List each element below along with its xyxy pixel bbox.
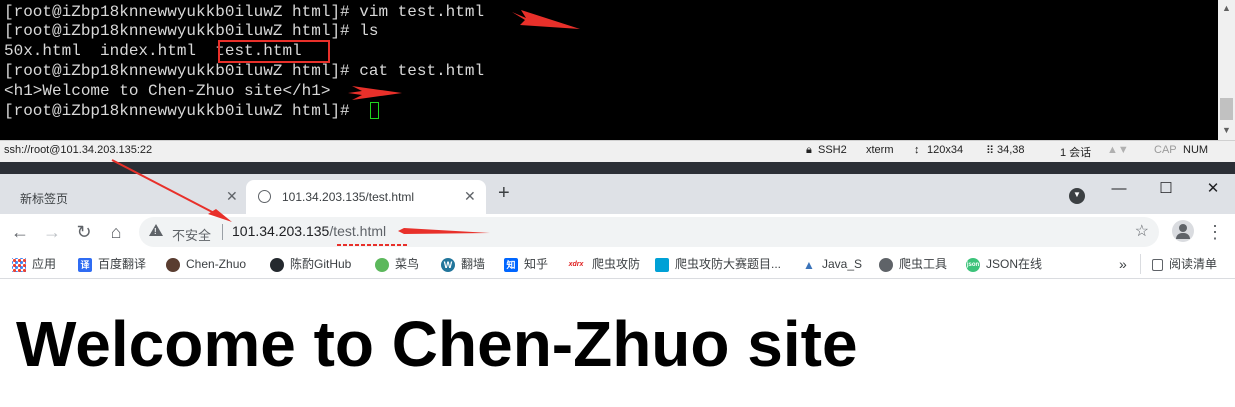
highlight-box-test-html	[218, 40, 330, 63]
bookmark-baidu-translate[interactable]: 译百度翻译	[78, 256, 146, 272]
terminal-scrollbar[interactable]: ▲ ▼	[1218, 0, 1235, 140]
terminal-window[interactable]: [root@iZbp18knnewwyukkb0iluwZ html]# vim…	[0, 0, 1235, 140]
bookmark-label: 陈酌GitHub	[290, 257, 352, 271]
more-bookmarks-button[interactable]: »	[1119, 256, 1127, 272]
bookmark-label: 应用	[32, 257, 57, 271]
bookmark-label: JSON在线	[986, 257, 1043, 271]
runoob-icon	[375, 257, 389, 272]
forward-button[interactable]: →	[40, 220, 64, 244]
address-bar[interactable]: ! 不安全 101.34.203.135/test.html ☆	[139, 217, 1159, 247]
bookmark-label: 菜鸟	[395, 257, 420, 271]
menu-icon[interactable]: ⋮	[1203, 220, 1227, 244]
bookmark-java-s[interactable]: ▲ Java_S	[802, 256, 862, 272]
globe-icon	[258, 190, 271, 203]
wordpress-icon: W	[441, 257, 455, 272]
cursor-pos-icon: ⠿	[986, 145, 995, 157]
bookmark-label: 阅读清单	[1169, 257, 1218, 271]
close-window-button[interactable]: ✕	[1190, 174, 1235, 204]
terminal-statusbar: ssh://root@101.34.203.135:22 🔒︎ SSH2 xte…	[0, 140, 1235, 162]
protocol-label: SSH2	[818, 144, 847, 156]
session-count: 1 会话	[1060, 147, 1092, 159]
connection-string: ssh://root@101.34.203.135:22	[4, 144, 153, 156]
tab-label: 101.34.203.135/test.html	[282, 190, 415, 204]
profile-avatar[interactable]	[1172, 220, 1194, 242]
close-icon[interactable]: ✕	[226, 188, 238, 205]
cursor-position: 34,38	[997, 144, 1025, 156]
url-host: 101.34.203.135	[232, 223, 330, 239]
minimize-button[interactable]: —	[1096, 174, 1142, 204]
url-text[interactable]: 101.34.203.135/test.html	[232, 223, 386, 239]
terminal-line-5: <h1>Welcome to Chen-Zhuo site</h1>	[4, 82, 331, 100]
bookmark-spider-tools[interactable]: 爬虫工具	[879, 256, 947, 272]
bookmark-label: Java_S	[822, 257, 863, 271]
bookmark-spider-defense[interactable]: xdrx 爬虫攻防	[566, 256, 640, 272]
star-icon[interactable]: ☆	[1135, 221, 1149, 241]
new-tab-button[interactable]: +	[498, 182, 510, 205]
back-button[interactable]: ←	[8, 220, 32, 244]
avatar-icon	[166, 257, 180, 272]
tab-label: 新标签页	[20, 192, 69, 206]
tab-test-html[interactable]: 101.34.203.135/test.html ✕	[246, 180, 486, 214]
terminal-line-2: [root@iZbp18knnewwyukkb0iluwZ html]# ls	[4, 22, 379, 40]
bookmark-label: 知乎	[524, 257, 549, 271]
bookmark-divider	[1140, 254, 1141, 274]
bookmark-github[interactable]: 陈酌GitHub	[270, 256, 351, 272]
chevron-down-icon: ▼	[1073, 190, 1081, 199]
scroll-up-icon[interactable]: ▲	[1218, 0, 1235, 16]
bookmark-json-online[interactable]: json JSON在线	[966, 256, 1042, 272]
mountain-icon: ▲	[803, 257, 815, 272]
terminal-type: xterm	[866, 144, 894, 156]
browser-toolbar: ← → ↻ ⌂ ! 不安全 101.34.203.135/test.html ☆…	[0, 214, 1235, 250]
num-indicator: NUM	[1183, 144, 1209, 156]
resize-icon: ↕	[914, 144, 920, 156]
bookmark-label: 爬虫工具	[899, 257, 948, 271]
reading-list-button[interactable]: 阅读清单	[1152, 256, 1217, 272]
separator	[222, 224, 223, 240]
bookmark-zhihu[interactable]: 知知乎	[504, 256, 548, 272]
security-label[interactable]: 不安全	[172, 225, 211, 244]
terminal-line-1: [root@iZbp18knnewwyukkb0iluwZ html]# vim…	[4, 3, 485, 21]
bookmark-label: 爬虫攻防大赛题目...	[675, 257, 782, 271]
bookmark-label: Chen-Zhuo	[186, 257, 247, 271]
bookmark-runoob[interactable]: 菜鸟	[375, 256, 419, 272]
baidu-translate-icon: 译	[78, 257, 92, 272]
bookmark-apps[interactable]: 应用	[12, 256, 56, 272]
bookmark-spider-contest[interactable]: 爬虫攻防大赛题目...	[655, 256, 781, 272]
bookmark-label: 爬虫攻防	[592, 257, 641, 271]
json-icon: json	[966, 257, 980, 272]
bookmark-label: 百度翻译	[98, 257, 147, 271]
globe-icon	[879, 257, 893, 272]
terminal-line-4: [root@iZbp18knnewwyukkb0iluwZ html]# cat…	[4, 62, 485, 80]
tab-search-button[interactable]: ▼	[1069, 188, 1085, 204]
scroll-thumb[interactable]	[1220, 98, 1233, 120]
scroll-down-icon[interactable]: ▼	[1218, 122, 1235, 138]
caps-indicator: CAP	[1154, 144, 1177, 156]
close-icon[interactable]: ✕	[464, 188, 476, 205]
bookmark-chen-zhuo[interactable]: Chen-Zhuo	[166, 256, 246, 272]
window-gap	[0, 162, 1235, 174]
terminal-line-6: [root@iZbp18knnewwyukkb0iluwZ html]#	[4, 102, 360, 120]
apps-grid-icon	[12, 257, 26, 272]
tab-new-tab[interactable]: 新标签页 ✕	[8, 180, 244, 214]
terminal-size: 120x34	[927, 144, 964, 156]
bilibili-tv-icon	[655, 257, 669, 272]
bookmark-label: 翻墙	[461, 257, 486, 271]
zhihu-icon: 知	[504, 257, 518, 272]
reading-list-icon	[1152, 258, 1163, 271]
maximize-button[interactable]: ☐	[1143, 174, 1189, 204]
page-heading: Welcome to Chen-Zhuo site	[16, 308, 858, 380]
xdrx-icon: xdrx	[568, 260, 584, 268]
arrow-up-icon: ▲▼	[1107, 144, 1129, 156]
url-path: /test.html	[329, 223, 387, 239]
bookmarks-bar: 应用 译百度翻译 Chen-Zhuo 陈酌GitHub 菜鸟 W 翻墙 知知乎 x…	[0, 250, 1235, 279]
github-icon	[270, 257, 284, 272]
lock-icon: 🔒︎	[806, 144, 812, 156]
browser-tabstrip: 新标签页 ✕ 101.34.203.135/test.html ✕ + ▼ — …	[0, 174, 1235, 214]
page-content: Welcome to Chen-Zhuo site	[0, 279, 1235, 407]
terminal-cursor	[370, 102, 379, 119]
reload-button[interactable]: ↻	[72, 220, 96, 244]
bookmark-vpn[interactable]: W 翻墙	[441, 256, 485, 272]
home-button[interactable]: ⌂	[104, 220, 128, 244]
